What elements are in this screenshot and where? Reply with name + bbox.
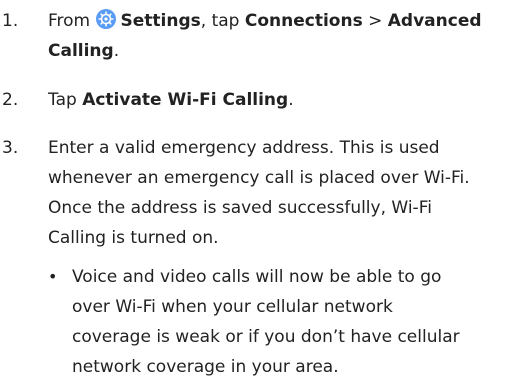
- activate-wifi-calling-label: Activate Wi-Fi Calling: [82, 90, 289, 110]
- step-line: From Settings, tap Connections > Advance…: [48, 6, 518, 36]
- tap-text: Tap: [48, 90, 83, 110]
- step-number: 2.: [2, 90, 19, 110]
- step-number: 1.: [2, 11, 19, 31]
- from-text: From: [48, 11, 96, 31]
- step-line: whenever an emergency call is placed ove…: [48, 168, 470, 188]
- bullet-line: network coverage in your area.: [72, 357, 339, 377]
- step-line: Calling is turned on.: [48, 228, 219, 248]
- step-line: Once the address is saved successfully, …: [48, 198, 432, 218]
- bullet-marker: •: [48, 267, 58, 286]
- step-line: Calling.: [48, 36, 518, 66]
- step-text: Tap Activate Wi-Fi Calling.: [48, 85, 518, 115]
- bullet-line: over Wi-Fi when your cellular network: [72, 297, 393, 317]
- settings-label: Settings: [120, 11, 201, 31]
- instructions-document: 1. From Settings, tap Connections > Adva…: [0, 0, 525, 389]
- gear-icon: [95, 9, 116, 29]
- step-text: Enter a valid emergency address. This is…: [48, 133, 518, 253]
- calling-label: Calling: [48, 41, 114, 61]
- step-number: 3.: [2, 138, 19, 158]
- bullet-line: Voice and video calls will now be able t…: [72, 267, 442, 287]
- tap-text: , tap: [200, 11, 245, 31]
- end-period: .: [113, 41, 120, 61]
- step-line: Tap Activate Wi-Fi Calling.: [48, 85, 518, 115]
- separator: >: [362, 11, 388, 31]
- bullet-line: coverage is weak or if you don’t have ce…: [72, 327, 460, 347]
- advanced-label: Advanced: [387, 11, 482, 31]
- connections-label: Connections: [244, 11, 363, 31]
- bullet-text: Voice and video calls will now be able t…: [72, 262, 518, 382]
- end-period: .: [288, 90, 294, 110]
- step-line: Enter a valid emergency address. This is…: [48, 138, 440, 158]
- step-text: From Settings, tap Connections > Advance…: [48, 6, 518, 66]
